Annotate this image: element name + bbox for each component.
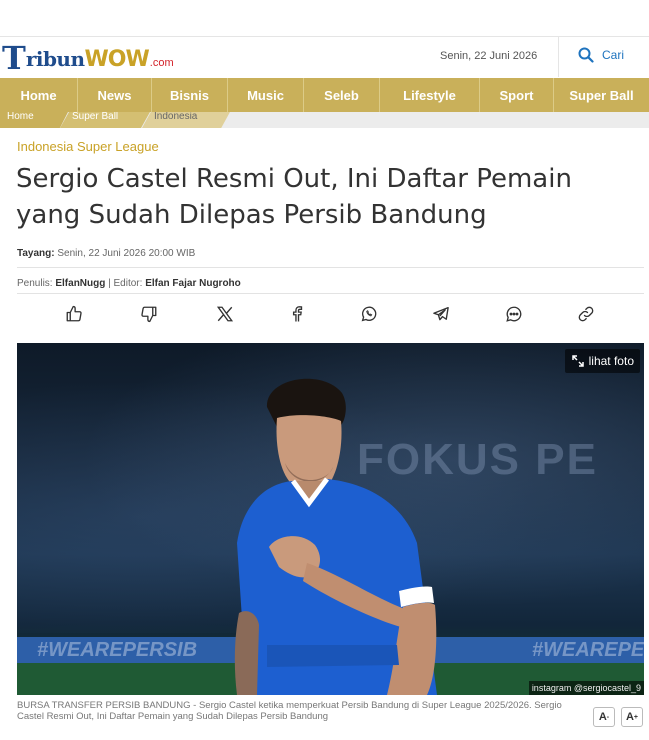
x-icon[interactable] [214, 303, 236, 325]
expand-icon [571, 355, 584, 367]
penulis-label: Penulis: [17, 278, 53, 289]
header-divider [558, 37, 559, 77]
logo-com: .com [149, 57, 174, 69]
tayang-label: Tayang: [17, 248, 55, 259]
author-info: Penulis: ElfanNugg | Editor: Elfan Fajar… [17, 278, 241, 289]
player-figure [234, 378, 437, 695]
thumbs-down-icon[interactable] [138, 303, 160, 325]
nav-item-sport[interactable]: Sport [480, 78, 554, 112]
article-photo[interactable]: FOKUS PE #WEAREPERSIB #WEAREPE lihat fot… [17, 343, 644, 695]
search-icon [578, 47, 594, 63]
logo-wow: WOW [84, 46, 150, 72]
publish-info: Tayang: Senin, 22 Juni 2026 20:00 WIB [17, 248, 195, 259]
comment-icon[interactable] [503, 303, 525, 325]
nav-item-seleb[interactable]: Seleb [304, 78, 380, 112]
search-label: Cari [602, 48, 625, 62]
nav-item-news[interactable]: News [78, 78, 152, 112]
facebook-icon[interactable] [286, 303, 308, 325]
font-decrease-sup: - [606, 713, 610, 721]
lihat-foto-label: lihat foto [588, 354, 634, 368]
font-decrease-button[interactable]: A- [593, 707, 615, 727]
logo-t: T [2, 39, 26, 77]
breadcrumb-home[interactable]: Home [0, 112, 68, 128]
nav-item-lifestyle[interactable]: Lifestyle [380, 78, 480, 112]
ad-board-text-right: #WEAREPE [532, 639, 644, 661]
font-increase-button[interactable]: A + [621, 707, 643, 727]
thumbs-up-icon[interactable] [63, 303, 85, 325]
link-icon[interactable] [575, 303, 597, 325]
logo-ribun: ribun [25, 47, 85, 71]
nav-item-music[interactable]: Music [228, 78, 304, 112]
nav-item-bisnis[interactable]: Bisnis [152, 78, 228, 112]
font-decrease-label: A [598, 711, 607, 723]
ad-board-text-left: #WEAREPERSIB [37, 639, 198, 661]
whatsapp-icon[interactable] [358, 303, 380, 325]
nav-item-home[interactable]: Home [0, 78, 78, 112]
main-nav: Home News Bisnis Music Seleb Lifestyle Sport Su… [0, 78, 649, 112]
site-header: T ribun WOW .com Senin, 22 Juni 2026 Car… [0, 36, 649, 78]
divider [17, 267, 644, 268]
search-button[interactable]: Cari [578, 47, 624, 63]
breadcrumb: Home Super Ball Indonesia [0, 112, 649, 128]
nav-item-super-ball[interactable]: Super Ball [554, 78, 649, 112]
site-logo[interactable]: T ribun WOW .com [2, 41, 174, 75]
share-bar [0, 303, 649, 327]
font-increase-label: A [625, 711, 634, 723]
publish-date: Senin, 22 Juni 2026 20:00 WIB [57, 248, 196, 259]
editor-name[interactable]: Elfan Fajar Nugroho [145, 278, 241, 289]
header-date: Senin, 22 Juni 2026 [440, 50, 538, 62]
article-category[interactable]: Indonesia Super League [17, 139, 159, 154]
breadcrumb-indonesia[interactable]: Indonesia [142, 112, 230, 128]
font-increase-sup: + [633, 713, 639, 721]
photo-credit: instagram @sergiocastel_9 [528, 681, 644, 695]
telegram-icon[interactable] [430, 303, 452, 325]
divider [17, 293, 644, 294]
breadcrumb-super-ball[interactable]: Super Ball [60, 112, 150, 128]
lihat-foto-button[interactable]: lihat foto [564, 349, 640, 373]
photo-caption: BURSA TRANSFER PERSIB BANDUNG - Sergio C… [17, 700, 562, 722]
editor-label: | Editor: [108, 278, 143, 289]
article-title: Sergio Castel Resmi Out, Ini Daftar Pema… [16, 164, 572, 230]
author-name[interactable]: ElfanNugg [55, 278, 105, 289]
